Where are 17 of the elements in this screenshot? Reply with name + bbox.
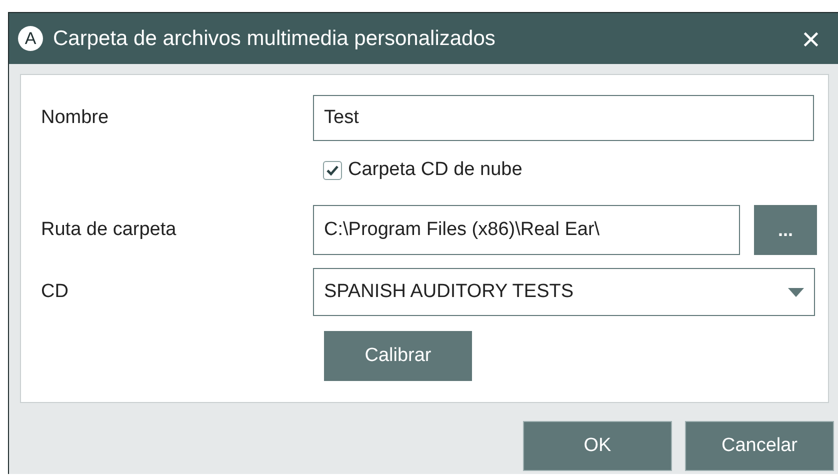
field-label: Ruta de carpeta — [41, 218, 178, 242]
field-label: CD — [41, 280, 70, 304]
window-title: Carpeta de archivos multimedia personalizados — [53, 26, 496, 52]
cd-dropdown[interactable]: SPANISH AUDITORY TESTS — [313, 268, 815, 316]
calibrate-button[interactable]: Calibrar — [324, 331, 472, 381]
checkbox[interactable] — [323, 160, 342, 180]
name-field[interactable]: Test — [313, 95, 814, 141]
browse-button[interactable]: ... — [754, 205, 817, 255]
dropdown-arrow-icon — [788, 288, 804, 296]
folder-path-field[interactable]: C:\Program Files (x86)\Real Ear\ — [313, 205, 740, 255]
close-button[interactable]: × — [796, 22, 826, 54]
app-logo-icon: A — [18, 26, 43, 51]
field-label: Nombre — [41, 106, 110, 130]
checkmark-icon — [326, 164, 339, 176]
ok-button[interactable]: OK — [523, 421, 672, 471]
cancel-button[interactable]: Cancelar — [685, 421, 834, 471]
checkbox-label: Carpeta CD de nube — [348, 158, 522, 182]
